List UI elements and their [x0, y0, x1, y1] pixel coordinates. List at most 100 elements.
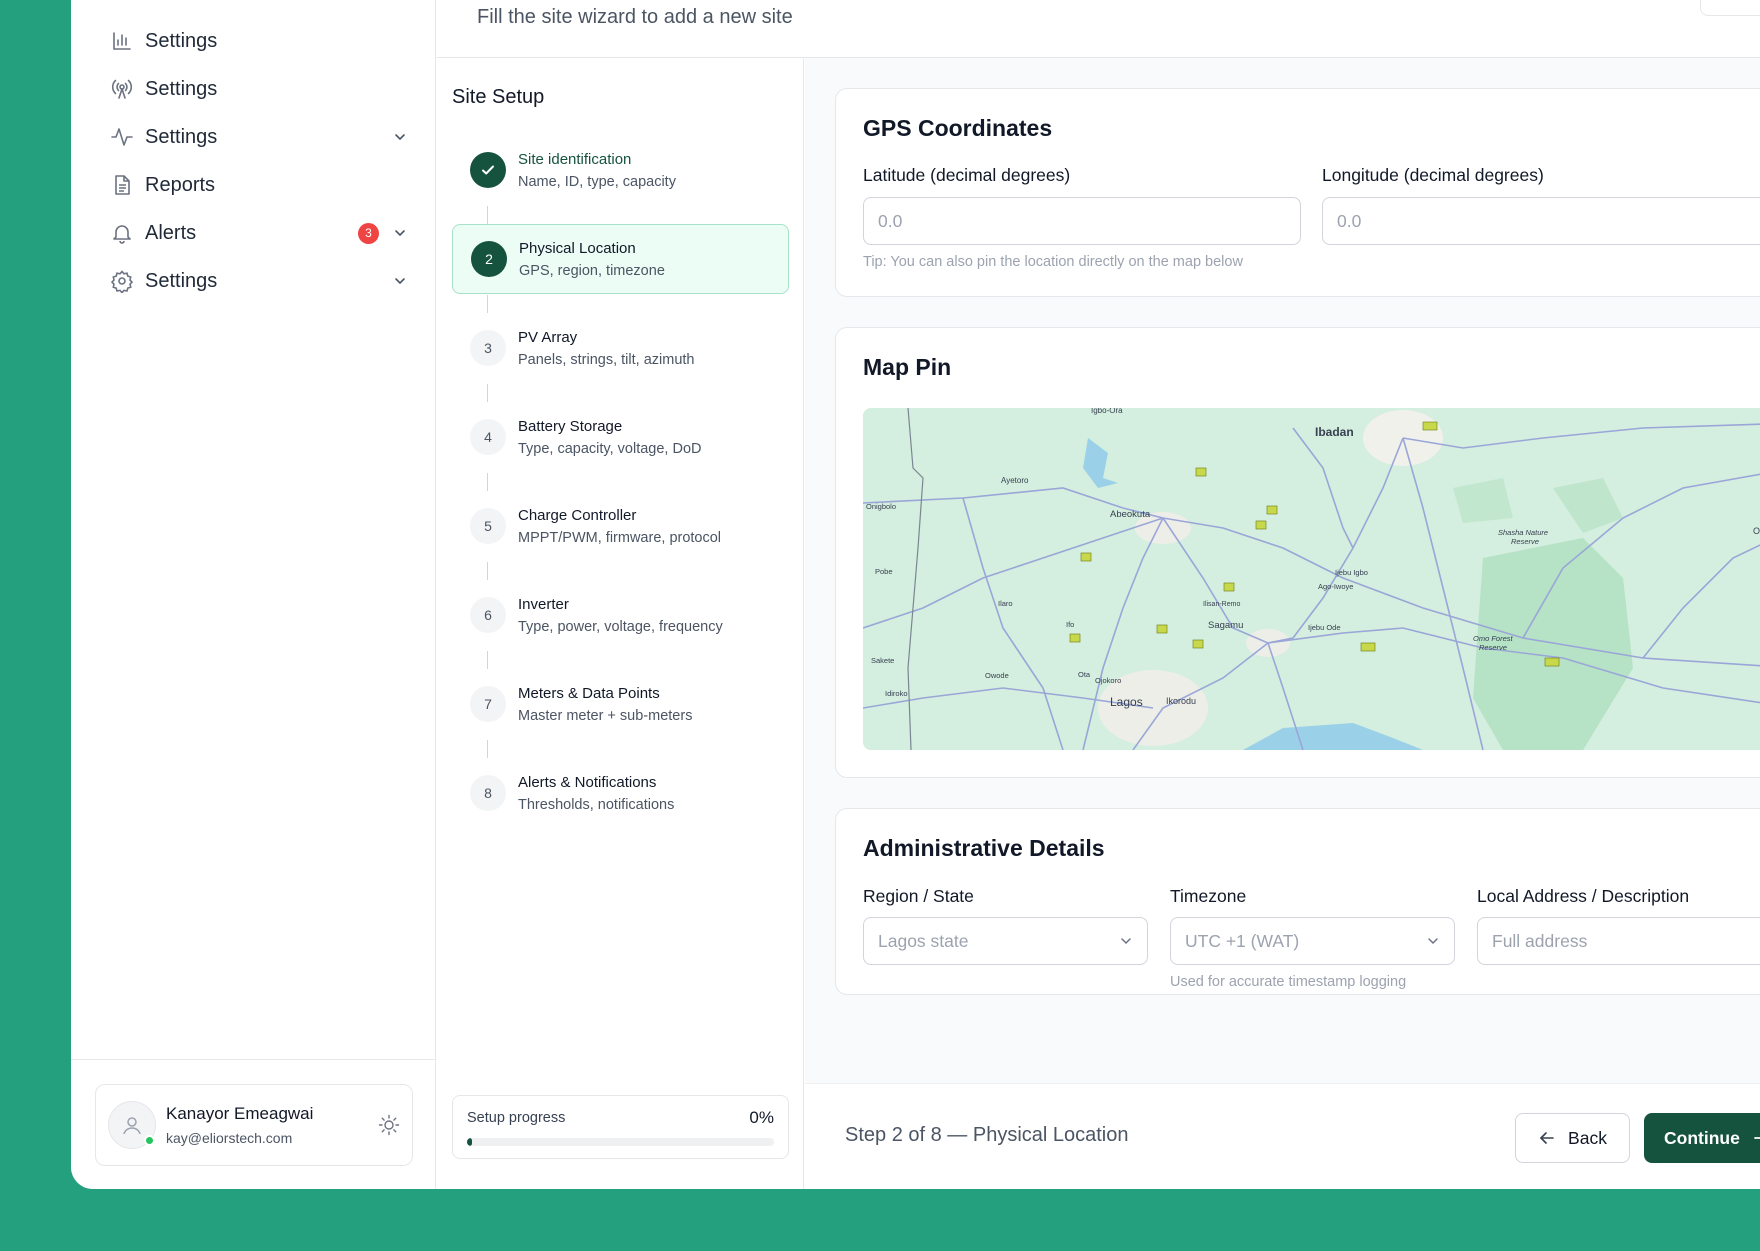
city-label-sakete: Sakete	[871, 656, 894, 665]
step-number: 6	[470, 597, 506, 633]
region-label: Region / State	[863, 886, 974, 906]
document-icon	[109, 172, 135, 198]
city-label-abeokuta: Abeokuta	[1110, 509, 1151, 520]
step-title: Alerts & Notifications	[518, 773, 657, 791]
city-label-ilisan-remo: Ilisan-Remo	[1203, 601, 1240, 608]
reserve-label-omo-2: Reserve	[1479, 643, 1507, 652]
latitude-label: Latitude (decimal degrees)	[863, 165, 1071, 185]
page-subtitle: Fill the site wizard to add a new site	[477, 6, 793, 28]
progress-label: Setup progress	[467, 1110, 566, 1126]
step-number: 2	[471, 241, 507, 277]
step-subtitle: Thresholds, notifications	[518, 796, 675, 813]
reserve-label-omo: Omo Forest	[1473, 634, 1514, 643]
step-subtitle: Type, capacity, voltage, DoD	[518, 440, 702, 457]
wizard-step-2[interactable]: 2 Physical Location GPS, region, timezon…	[452, 224, 789, 294]
step-title: Inverter	[518, 595, 569, 613]
city-label-ijebu-igbo: Ijebu Igbo	[1335, 568, 1368, 577]
step-title: Meters & Data Points	[518, 684, 660, 702]
timezone-select[interactable]: UTC +1 (WAT)	[1170, 917, 1455, 965]
gps-coordinates-card: GPS Coordinates Latitude (decimal degree…	[835, 88, 1760, 297]
city-label-lagos: Lagos	[1110, 695, 1143, 709]
chevron-down-icon[interactable]	[391, 128, 409, 146]
step-number: 8	[470, 775, 506, 811]
sidebar-item-label: Alerts	[145, 221, 197, 244]
step-connector	[487, 206, 488, 224]
user-card[interactable]: Kanayor Emeagwai kay@eliorstech.com	[95, 1084, 413, 1166]
wizard-step-6[interactable]: 6 Inverter Type, power, voltage, frequen…	[452, 580, 789, 650]
address-input[interactable]	[1477, 917, 1760, 965]
longitude-label: Longitude (decimal degrees)	[1322, 165, 1544, 185]
gps-tip: Tip: You can also pin the location direc…	[863, 254, 1243, 270]
step-title: Physical Location	[519, 239, 636, 257]
step-number: 7	[470, 686, 506, 722]
city-label-ayetoro: Ayetoro	[1001, 476, 1029, 485]
step-number: 3	[470, 330, 506, 366]
longitude-input[interactable]	[1322, 197, 1760, 245]
city-label-ondo: Ondo	[1753, 526, 1760, 536]
city-label-owode: Owode	[985, 671, 1009, 680]
city-label-ifo: Ifo	[1066, 620, 1074, 629]
arrow-left-icon	[1538, 1129, 1556, 1147]
wizard-step-3[interactable]: 3 PV Array Panels, strings, tilt, azimut…	[452, 313, 789, 383]
alerts-count-badge: 3	[358, 222, 379, 244]
city-label-igbo-ora: Igbo-Ora	[1091, 408, 1123, 415]
wizard-step-5[interactable]: 5 Charge Controller MPPT/PWM, firmware, …	[452, 491, 789, 561]
continue-button-label: Continue	[1664, 1127, 1740, 1148]
city-label-ijebu-ode: Ijebu Ode	[1308, 623, 1341, 632]
header-action-button[interactable]	[1700, 0, 1760, 16]
step-connector	[487, 295, 488, 313]
arrow-right-icon	[1752, 1129, 1760, 1147]
step-subtitle: Name, ID, type, capacity	[518, 173, 676, 190]
wizard-title: Site Setup	[452, 86, 545, 108]
wizard-step-1[interactable]: Site identification Name, ID, type, capa…	[452, 135, 789, 205]
city-label-ago-iwoye: Ago-Iwoye	[1318, 582, 1353, 591]
chevron-down-icon[interactable]	[391, 272, 409, 290]
sidebar-item-settings[interactable]: Settings	[109, 259, 409, 303]
city-label-pobe: Pobe	[875, 567, 893, 576]
step-connector	[487, 384, 488, 402]
map-canvas: Ibadan Abeokuta Sagamu Lagos Ikorodu Ond…	[863, 408, 1760, 750]
broadcast-icon	[109, 76, 135, 102]
sidebar-item-alerts[interactable]: Alerts 3	[109, 211, 409, 255]
reserve-label-shasha: Shasha Nature	[1498, 528, 1548, 537]
continue-button[interactable]: Continue	[1644, 1113, 1760, 1163]
sidebar-item-label: Settings	[145, 29, 218, 52]
wizard-step-7[interactable]: 7 Meters & Data Points Master meter + su…	[452, 669, 789, 739]
step-indicator: Step 2 of 8 — Physical Location	[845, 1124, 1129, 1146]
city-label-ojokoro: Ojokoro	[1095, 676, 1121, 685]
wizard-step-4[interactable]: 4 Battery Storage Type, capacity, voltag…	[452, 402, 789, 472]
city-label-idiroko: Idiroko	[885, 689, 908, 698]
step-subtitle: Master meter + sub-meters	[518, 707, 693, 724]
check-icon	[470, 152, 506, 188]
sun-icon[interactable]	[378, 1114, 400, 1136]
latitude-input[interactable]	[863, 197, 1301, 245]
sidebar-item-settings-activity[interactable]: Settings	[109, 115, 409, 159]
wizard-step-8[interactable]: 8 Alerts & Notifications Thresholds, not…	[452, 758, 789, 828]
map-pin-card: Map Pin Ibadan Abeokuta Sagamu Lagos Iko…	[835, 327, 1760, 778]
user-icon	[123, 1117, 141, 1135]
sidebar-item-reports[interactable]: Reports	[109, 163, 409, 207]
region-select[interactable]: Lagos state	[863, 917, 1148, 965]
sidebar: Settings Settings Settings Reports Alert…	[71, 0, 436, 1189]
progress-percent: 0%	[749, 1108, 774, 1127]
city-label-onigbolo: Onigbolo	[866, 502, 896, 511]
sidebar-item-label: Settings	[145, 269, 218, 292]
step-subtitle: Panels, strings, tilt, azimuth	[518, 351, 695, 368]
bell-icon	[109, 220, 135, 246]
location-map[interactable]: Ibadan Abeokuta Sagamu Lagos Ikorodu Ond…	[863, 408, 1760, 750]
sidebar-item-label: Settings	[145, 125, 218, 148]
chevron-down-icon[interactable]	[391, 224, 409, 242]
user-name: Kanayor Emeagwai	[166, 1104, 314, 1123]
step-subtitle: GPS, region, timezone	[519, 262, 665, 279]
sidebar-item-settings-broadcast[interactable]: Settings	[109, 67, 409, 111]
timezone-select-value: UTC +1 (WAT)	[1185, 930, 1300, 951]
avatar	[108, 1101, 156, 1149]
reserve-label-shasha-2: Reserve	[1511, 537, 1539, 546]
user-section: Kanayor Emeagwai kay@eliorstech.com	[71, 1059, 436, 1189]
back-button[interactable]: Back	[1515, 1113, 1630, 1163]
bar-chart-icon	[109, 28, 135, 54]
sidebar-item-settings-analytics[interactable]: Settings	[109, 19, 409, 63]
city-label-ilaro: Ilaro	[998, 599, 1013, 608]
city-label-sagamu: Sagamu	[1208, 620, 1243, 631]
step-connector	[487, 562, 488, 580]
